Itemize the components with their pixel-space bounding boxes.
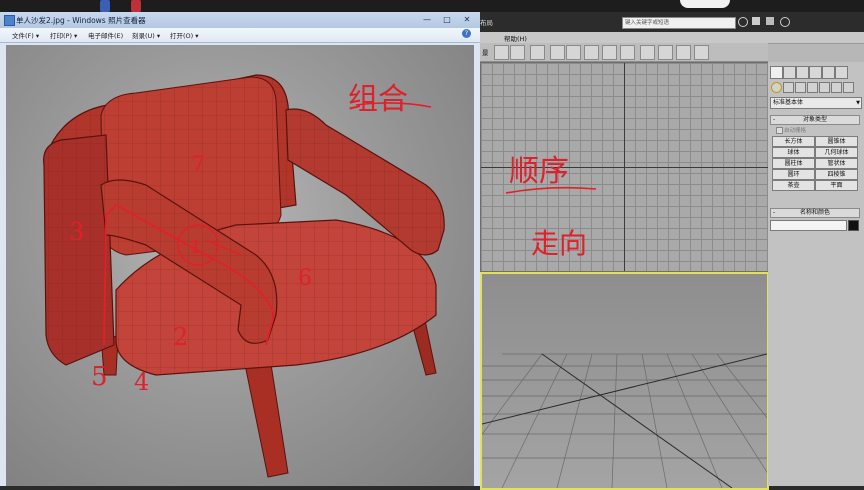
toolbar-button[interactable] [494, 45, 509, 60]
toolbar-button[interactable] [694, 45, 709, 60]
menu-burn[interactable]: 刻录(U) ▾ [132, 30, 160, 40]
utilities-tab-icon[interactable] [835, 66, 848, 79]
toolbar-button[interactable] [676, 45, 691, 60]
command-panel: 标准基本体 ▼ - 对象类型 自动栅格 长方体 圆锥体 球体 几何球体 圆柱体 … [768, 62, 864, 486]
sphere-button[interactable]: 球体 [772, 147, 815, 158]
spacewarps-icon[interactable] [831, 82, 842, 93]
lights-icon[interactable] [795, 82, 806, 93]
taskbar-app-icon[interactable] [100, 0, 110, 12]
primitive-type-value: 标准基本体 [773, 99, 804, 106]
modify-tab-icon[interactable] [783, 66, 796, 79]
max-main-toolbar: 景 [480, 43, 768, 62]
annotation-number-3: 3 [69, 218, 84, 246]
viewport-axis-y [624, 63, 625, 271]
helpers-icon[interactable] [819, 82, 830, 93]
rollout-name-color[interactable]: - 名称和颜色 [770, 208, 860, 218]
toolbar-button[interactable] [530, 45, 545, 60]
teapot-button[interactable]: 茶壶 [772, 180, 815, 191]
torus-button[interactable]: 圆环 [772, 169, 815, 180]
collapse-icon: - [773, 116, 776, 123]
box-button[interactable]: 长方体 [772, 136, 815, 147]
annotation-combine: 组合 [348, 82, 408, 117]
viewport-annotations: 顺序 走向 [505, 154, 597, 260]
help-icon[interactable] [780, 17, 790, 27]
annotation-number-4: 4 [134, 368, 149, 396]
chevron-down-icon: ▼ [856, 100, 860, 106]
close-button[interactable]: ✕ [460, 15, 474, 25]
viewer-title-bar[interactable]: 单人沙发2.jpg - Windows 照片查看器 — □ ✕ [0, 12, 480, 28]
annotation-number-5: 5 [91, 362, 108, 392]
toolbar-button[interactable] [620, 45, 635, 60]
hierarchy-tab-icon[interactable] [796, 66, 809, 79]
cameras-icon[interactable] [807, 82, 818, 93]
geometry-icon[interactable] [771, 82, 782, 93]
toolbar-button[interactable] [510, 45, 525, 60]
primitive-type-dropdown[interactable]: 标准基本体 ▼ [770, 97, 862, 109]
menu-email[interactable]: 电子邮件(E) [88, 30, 123, 40]
max-title-bar: 布局 键入关键字或短语 [480, 12, 864, 32]
annotation-number-1: 1 [190, 237, 201, 258]
motion-tab-icon[interactable] [809, 66, 822, 79]
star-icon[interactable] [766, 17, 774, 25]
cylinder-button[interactable]: 圆柱体 [772, 158, 815, 169]
annotation-number-7: 7 [191, 153, 205, 178]
toolbar-button[interactable] [658, 45, 673, 60]
annotation-number-2: 2 [173, 323, 188, 351]
menu-help[interactable]: 帮助(H) [504, 33, 527, 43]
menu-file[interactable]: 文件(F) ▾ [12, 30, 39, 40]
help-icon[interactable]: ? [462, 29, 471, 38]
sofa-photo: 组合 7 1 2 3 4 5 6 [6, 45, 474, 486]
cone-button[interactable]: 圆锥体 [815, 136, 858, 147]
toolbar-button[interactable] [550, 45, 565, 60]
tube-button[interactable]: 管状体 [815, 158, 858, 169]
sofa-illustration: 组合 7 1 2 3 4 5 6 [43, 74, 445, 478]
object-name-input[interactable] [770, 220, 847, 231]
annotation-direction: 走向 [531, 227, 587, 260]
search-icon[interactable] [738, 17, 748, 27]
top-viewport[interactable]: 顺序 走向 [480, 62, 769, 272]
object-color-swatch[interactable] [848, 220, 859, 231]
create-tab-icon[interactable] [770, 66, 783, 79]
taskbar-app-icon[interactable] [131, 0, 141, 12]
max-title-fragment: 布局 [480, 19, 493, 27]
rollout-name-color-label: 名称和颜色 [799, 209, 830, 216]
shapes-icon[interactable] [783, 82, 794, 93]
photo-viewer-window: 单人沙发2.jpg - Windows 照片查看器 — □ ✕ 文件(F) ▾ … [0, 12, 481, 486]
toolbar-fragment: 景 [482, 49, 489, 57]
autogrid-checkbox[interactable] [776, 127, 783, 134]
perspective-viewport[interactable] [480, 272, 769, 490]
pyramid-button[interactable]: 四棱锥 [815, 169, 858, 180]
photo-viewer-icon [4, 15, 15, 26]
minimize-button[interactable]: — [420, 15, 434, 25]
viewer-window-title: 单人沙发2.jpg - Windows 照片查看器 [16, 16, 146, 25]
annotation-number-6: 6 [298, 266, 312, 291]
infocenter-icon[interactable] [752, 17, 760, 25]
display-tab-icon[interactable] [822, 66, 835, 79]
viewer-menu-bar: 文件(F) ▾ 打印(P) ▾ 电子邮件(E) 刻录(U) ▾ 打开(O) ▾ … [0, 28, 480, 43]
toolbar-button[interactable] [640, 45, 655, 60]
toolbar-button[interactable] [584, 45, 599, 60]
systems-icon[interactable] [843, 82, 854, 93]
menu-print[interactable]: 打印(P) ▾ [50, 30, 77, 40]
rollout-object-type-label: 对象类型 [802, 116, 827, 123]
geosphere-button[interactable]: 几何球体 [815, 147, 858, 158]
annotation-sequence: 顺序 [509, 154, 569, 189]
perspective-grid [482, 353, 767, 488]
toolbar-button[interactable] [602, 45, 617, 60]
autogrid-label: 自动栅格 [784, 128, 807, 134]
toolbar-button[interactable] [566, 45, 581, 60]
collapse-icon: - [773, 209, 776, 216]
max-search-input[interactable]: 键入关键字或短语 [622, 17, 736, 29]
menu-open[interactable]: 打开(O) ▾ [170, 30, 199, 40]
desktop-logo [680, 0, 730, 8]
rollout-object-type[interactable]: - 对象类型 [770, 115, 860, 125]
maximize-button[interactable]: □ [440, 15, 454, 25]
max-window: 布局 键入关键字或短语 帮助(H) 景 顺序 走向 标准基本体 ▼ - 对象类型… [480, 12, 864, 490]
plane-button[interactable]: 平面 [815, 180, 858, 191]
